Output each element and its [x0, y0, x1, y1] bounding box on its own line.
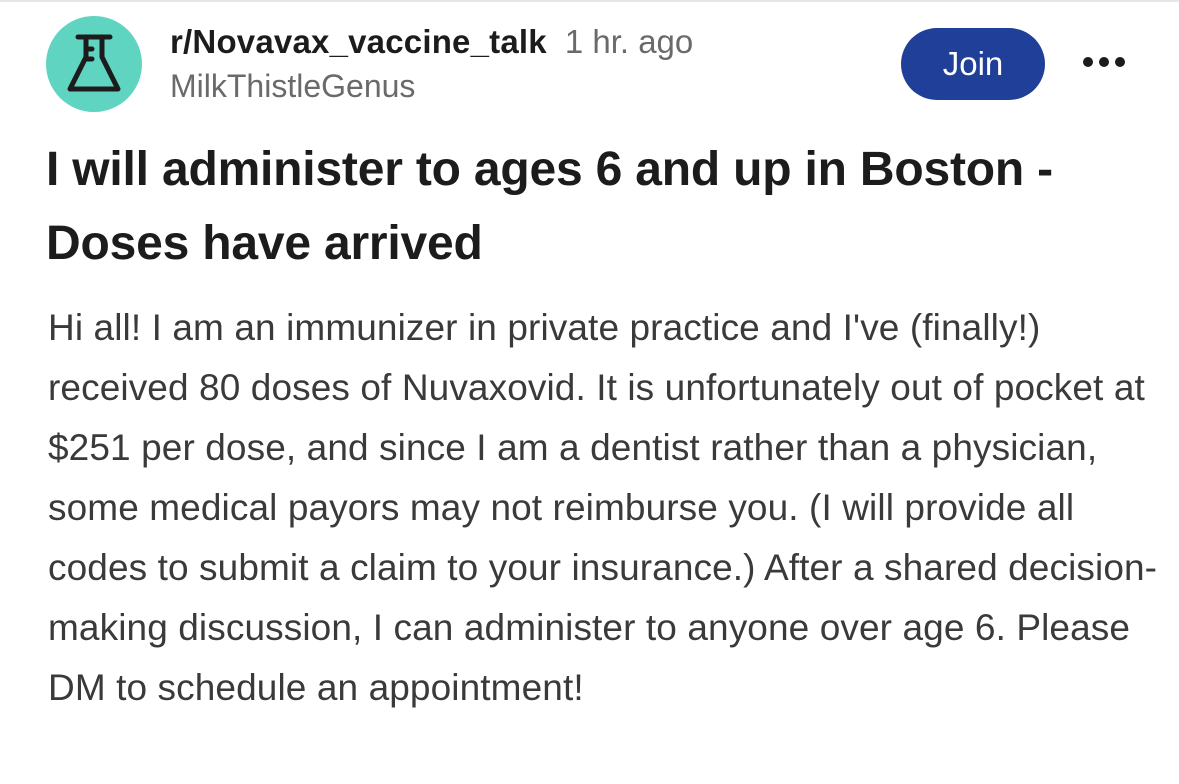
post-header: r/Novavax_vaccine_talk 1 hr. ago MilkThis… — [46, 16, 1146, 112]
subreddit-avatar[interactable] — [46, 16, 142, 112]
more-horizontal-icon — [1082, 55, 1126, 73]
author-username[interactable]: MilkThistleGenus — [170, 66, 693, 106]
post-page: r/Novavax_vaccine_talk 1 hr. ago MilkThis… — [0, 0, 1179, 784]
post-body: Hi all! I am an immunizer in private pra… — [48, 307, 1158, 708]
join-button[interactable]: Join — [901, 28, 1045, 100]
post-timestamp: 1 hr. ago — [564, 23, 694, 60]
divider — [0, 0, 1179, 2]
more-options-button[interactable] — [1080, 44, 1128, 84]
subreddit-link[interactable]: r/Novavax_vaccine_talk — [170, 23, 547, 60]
post-meta: r/Novavax_vaccine_talk 1 hr. ago MilkThis… — [170, 22, 693, 106]
post-title[interactable]: I will administer to ages 6 and up in Bo… — [46, 133, 1146, 281]
flask-icon — [64, 33, 124, 95]
subreddit-row: r/Novavax_vaccine_talk 1 hr. ago — [170, 22, 693, 62]
